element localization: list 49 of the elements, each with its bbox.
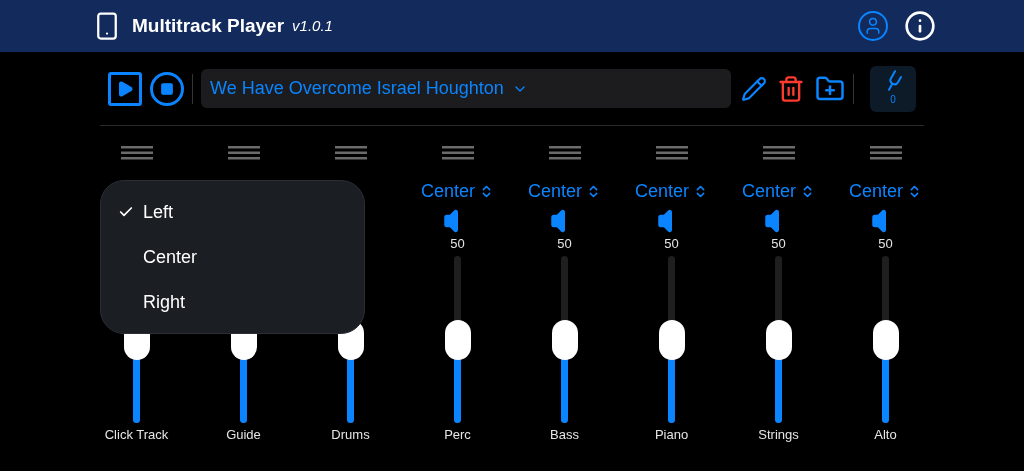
menu-item[interactable]: Left — [101, 199, 364, 225]
slider-thumb[interactable] — [658, 319, 685, 360]
tuner-button[interactable]: 0 — [870, 65, 916, 112]
volume-value: 50 — [878, 235, 893, 254]
drag-handle-icon[interactable] — [334, 146, 367, 160]
volume-value: 50 — [664, 235, 679, 254]
drag-handle-icon[interactable] — [762, 146, 795, 160]
pan-selector[interactable]: Center — [635, 177, 708, 205]
menu-item-label: Right — [143, 290, 186, 314]
track-name: Click Track — [104, 426, 169, 444]
track-name: Piano — [654, 426, 689, 444]
slider-thumb[interactable] — [765, 319, 792, 360]
pencil-icon[interactable] — [741, 75, 767, 102]
menu-item-label: Center — [143, 245, 198, 269]
track-name: Drums — [331, 426, 370, 444]
info-icon[interactable] — [904, 10, 936, 42]
menu-item[interactable]: Center — [101, 244, 364, 270]
app-title: Multitrack Player — [132, 13, 285, 38]
volume-value: 50 — [557, 235, 572, 254]
stop-icon — [160, 81, 174, 96]
volume-value: 50 — [771, 235, 786, 254]
slider-thumb[interactable] — [872, 319, 899, 360]
slider-thumb[interactable] — [551, 319, 578, 360]
track-name: Perc — [444, 426, 471, 444]
stop-button[interactable] — [150, 71, 184, 106]
volume-value: 50 — [450, 235, 465, 254]
drag-handle-icon[interactable] — [441, 146, 474, 160]
drag-handle-icon[interactable] — [120, 146, 153, 160]
track-name: Alto — [874, 426, 897, 444]
play-icon — [116, 79, 134, 98]
song-dropdown[interactable]: We Have Overcome Israel Houghton — [201, 69, 731, 108]
pan-selector[interactable]: Center — [742, 177, 815, 205]
pan-selector[interactable]: Center — [528, 177, 601, 205]
play-button[interactable] — [108, 71, 142, 106]
slider-thumb[interactable] — [444, 319, 471, 360]
menu-item[interactable]: Right — [101, 289, 364, 315]
track-name: Strings — [758, 426, 799, 444]
track-name: Guide — [226, 426, 261, 444]
drag-handle-icon[interactable] — [227, 146, 260, 160]
pan-selector[interactable]: Center — [849, 177, 922, 205]
pan-selector[interactable]: Center — [421, 177, 494, 205]
menu-item-label: Left — [143, 200, 174, 224]
version-label: v1.0.1 — [292, 15, 333, 36]
user-icon[interactable] — [858, 11, 888, 41]
drag-handle-icon[interactable] — [548, 146, 581, 160]
track-name: Bass — [550, 426, 579, 444]
drag-handle-icon[interactable] — [655, 146, 688, 160]
drag-handle-icon[interactable] — [869, 146, 902, 160]
trash-icon[interactable] — [777, 74, 805, 103]
